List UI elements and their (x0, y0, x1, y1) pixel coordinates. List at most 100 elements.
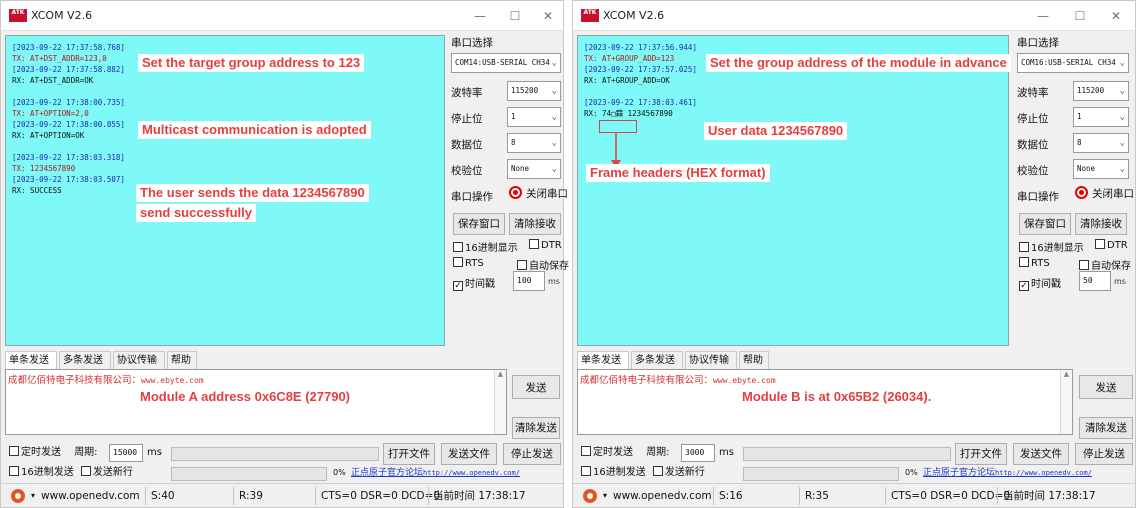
receive-log: [2023-09-22 17:37:58.768] TX: AT+DST_ADD… (12, 42, 125, 196)
period-input[interactable]: 3000 (681, 444, 715, 462)
hex-send-row: 16进制发送 发送新行 (581, 463, 705, 483)
tab-multi-send[interactable]: 多条发送 (631, 351, 683, 369)
status-divider (145, 487, 146, 505)
callout-module-addr: Module B is at 0x65B2 (26034). (742, 389, 932, 404)
baud-select[interactable]: 115200 ⌄ (1073, 81, 1129, 101)
scrollbar[interactable]: ▲ (494, 370, 506, 434)
clear-send-button[interactable]: 清除发送 (1079, 417, 1133, 439)
title-bar: ATK XCOM V2.6 — ☐ ✕ (573, 1, 1135, 31)
dropdown-icon[interactable]: ▾ (603, 484, 607, 508)
minimize-button[interactable]: — (1028, 6, 1058, 26)
stop-bits-value: 1 (511, 112, 516, 121)
timed-send-checkbox[interactable]: 定时发送 (581, 446, 633, 458)
stop-bits-select[interactable]: 1 ⌄ (507, 107, 561, 127)
data-bits-select[interactable]: 8 ⌄ (1073, 133, 1129, 153)
forum-link[interactable]: 正点原子官方论坛http://www.openedv.com/ (351, 463, 520, 483)
port-value: COM16:USB-SERIAL CH34 (1021, 58, 1116, 67)
timed-send-label: 定时发送 (593, 447, 633, 458)
close-button[interactable]: ✕ (1101, 6, 1131, 26)
maximize-button[interactable]: ☐ (500, 6, 530, 26)
auto-save-checkbox[interactable]: 自动保存 (1079, 257, 1131, 272)
close-port-toggle[interactable]: 关闭串口 (1075, 185, 1134, 203)
status-time: 当前时间 17:38:17 (1003, 490, 1096, 502)
hex-send-checkbox[interactable]: 16进制发送 (581, 466, 646, 478)
data-bits-value: 8 (511, 138, 516, 147)
stop-bits-select[interactable]: 1 ⌄ (1073, 107, 1129, 127)
parity-select[interactable]: None ⌄ (1073, 159, 1129, 179)
clear-receive-button[interactable]: 清除接收 (509, 213, 561, 235)
dropdown-icon[interactable]: ▾ (31, 484, 35, 508)
tab-single-send[interactable]: 单条发送 (5, 351, 57, 369)
send-textarea[interactable]: 成都亿佰特电子科技有限公司：www.ebyte.com Module B is … (577, 369, 1073, 435)
dtr-checkbox[interactable]: DTR (1095, 239, 1128, 251)
rts-checkbox[interactable]: RTS (453, 257, 484, 269)
timestamp-checkbox[interactable]: ✓ 时间戳 (453, 275, 495, 291)
send-file-button[interactable]: 发送文件 (441, 443, 497, 465)
period-input[interactable]: 15000 (109, 444, 143, 462)
window-title: XCOM V2.6 (31, 9, 93, 22)
timestamp-interval-input[interactable]: 100 (513, 271, 545, 291)
tab-single-send[interactable]: 单条发送 (577, 351, 629, 369)
port-select[interactable]: COM16:USB-SERIAL CH34 ⌄ (1017, 53, 1129, 73)
send-newline-checkbox[interactable]: 发送新行 (652, 466, 705, 478)
auto-save-checkbox[interactable]: 自动保存 (517, 257, 569, 272)
rts-checkbox[interactable]: RTS (1019, 257, 1050, 269)
receive-terminal[interactable]: [2023-09-22 17:37:56.944] TX: AT+GROUP_A… (577, 35, 1011, 346)
parity-value: None (1077, 164, 1096, 173)
send-button[interactable]: 发送 (512, 375, 560, 399)
parity-select[interactable]: None ⌄ (507, 159, 561, 179)
send-button[interactable]: 发送 (1079, 375, 1133, 399)
log-line: [2023-09-22 17:38:00.855] (12, 120, 125, 129)
clear-receive-button[interactable]: 清除接收 (1075, 213, 1127, 235)
timestamp-interval-input[interactable]: 50 (1079, 271, 1111, 291)
chevron-down-icon: ⌄ (1119, 138, 1125, 148)
stop-send-button[interactable]: 停止发送 (503, 443, 561, 465)
forum-link-text: 正点原子官方论坛 (351, 468, 424, 478)
minimize-button[interactable]: — (465, 6, 495, 26)
save-window-button[interactable]: 保存窗口 (453, 213, 505, 235)
timestamp-checkbox[interactable]: ✓ 时间戳 (1019, 275, 1061, 291)
send-textarea[interactable]: 成都亿佰特电子科技有限公司：www.ebyte.com Module A add… (5, 369, 507, 435)
tab-protocol[interactable]: 协议传输 (113, 351, 165, 369)
tab-multi-send[interactable]: 多条发送 (59, 351, 111, 369)
send-newline-checkbox[interactable]: 发送新行 (80, 466, 133, 478)
dtr-checkbox[interactable]: DTR (529, 239, 562, 251)
progress-bar (743, 447, 951, 461)
hex-display-checkbox[interactable]: 16进制显示 (453, 239, 518, 254)
send-progress (743, 467, 899, 481)
hex-display-checkbox[interactable]: 16进制显示 (1019, 239, 1084, 254)
status-website: www.openedv.com (613, 490, 712, 502)
clear-send-button[interactable]: 清除发送 (512, 417, 560, 439)
maximize-button[interactable]: ☐ (1065, 6, 1095, 26)
log-line: TX: AT+DST_ADDR=123,0 (12, 54, 107, 63)
checkbox-box (453, 257, 463, 267)
tab-help[interactable]: 帮助 (739, 351, 769, 369)
port-op-label: 串口操作 (1017, 191, 1059, 203)
progress-percent: 0% (905, 468, 918, 477)
chevron-down-icon: ⌄ (551, 112, 557, 122)
tab-protocol[interactable]: 协议传输 (685, 351, 737, 369)
baud-select[interactable]: 115200 ⌄ (507, 81, 561, 101)
check-icon: ✓ (453, 281, 463, 291)
forum-link[interactable]: 正点原子官方论坛http://www.openedv.com/ (923, 463, 1092, 483)
send-file-button[interactable]: 发送文件 (1013, 443, 1069, 465)
scrollbar[interactable]: ▲ (1060, 370, 1072, 434)
close-port-toggle[interactable]: 关闭串口 (509, 185, 568, 203)
stop-send-button[interactable]: 停止发送 (1075, 443, 1133, 465)
close-button[interactable]: ✕ (533, 6, 563, 26)
timed-send-checkbox[interactable]: 定时发送 (9, 446, 61, 458)
open-file-button[interactable]: 打开文件 (383, 443, 435, 465)
gear-icon[interactable] (583, 489, 597, 503)
dtr-label: DTR (541, 240, 562, 251)
data-bits-select[interactable]: 8 ⌄ (507, 133, 561, 153)
baud-label: 波特率 (451, 87, 483, 99)
open-file-button[interactable]: 打开文件 (955, 443, 1007, 465)
hex-send-checkbox[interactable]: 16进制发送 (9, 466, 74, 478)
save-window-button[interactable]: 保存窗口 (1019, 213, 1071, 235)
port-select[interactable]: COM14:USB-SERIAL CH34 ⌄ (451, 53, 561, 73)
progress-bar (171, 447, 379, 461)
gear-icon[interactable] (11, 489, 25, 503)
receive-terminal[interactable]: [2023-09-22 17:37:58.768] TX: AT+DST_ADD… (5, 35, 445, 346)
tab-help[interactable]: 帮助 (167, 351, 197, 369)
checkbox-box (581, 446, 591, 456)
